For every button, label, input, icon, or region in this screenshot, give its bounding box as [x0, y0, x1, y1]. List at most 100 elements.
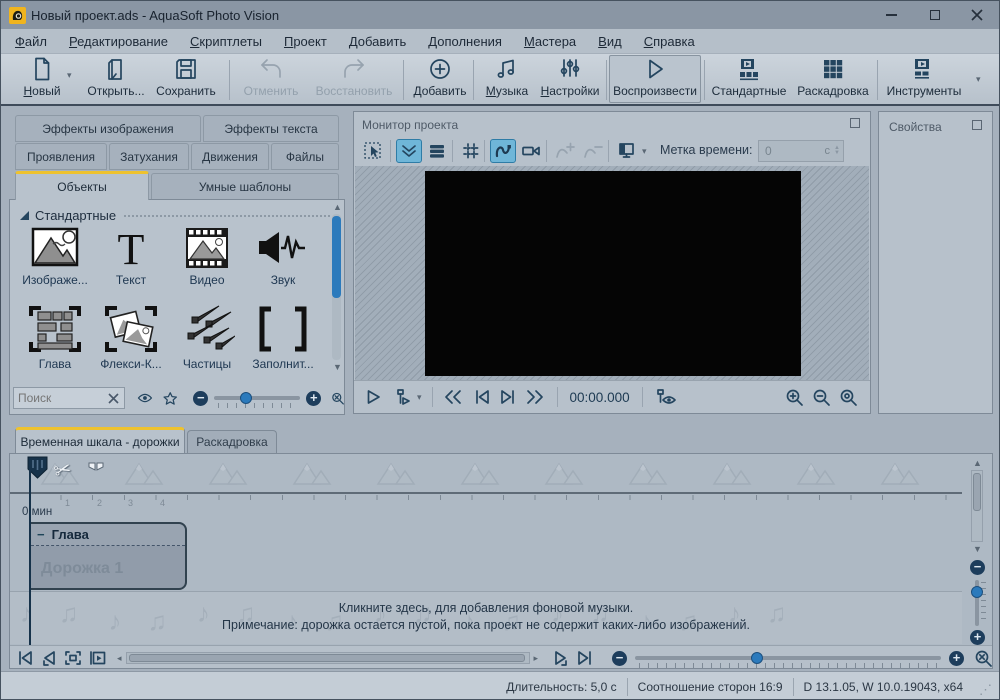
- monitor-popout-icon[interactable]: [850, 118, 860, 128]
- previous-object-icon[interactable]: [40, 650, 58, 666]
- grid-button[interactable]: [458, 139, 484, 163]
- tab-smart-templates[interactable]: Умные шаблоны: [151, 173, 339, 200]
- preview-canvas[interactable]: [425, 171, 801, 376]
- horizontal-scrollbar[interactable]: [126, 652, 530, 664]
- play-from-marker-icon[interactable]: [394, 388, 412, 406]
- layers-button[interactable]: [424, 139, 450, 163]
- menu-help[interactable]: Справка: [644, 34, 695, 49]
- resize-grip[interactable]: ⋰: [979, 682, 993, 698]
- select-tool-button[interactable]: [360, 139, 386, 163]
- object-tile-particles[interactable]: Частицы: [170, 304, 244, 371]
- chapter-collapse-icon[interactable]: −: [37, 527, 45, 542]
- object-tile-text[interactable]: T Текст: [94, 226, 168, 287]
- vscroll-down-icon[interactable]: ▼: [973, 544, 982, 554]
- objects-scrollbar[interactable]: ▲ ▼: [331, 204, 342, 384]
- object-tile-flexi-collage[interactable]: Флекси-К...: [94, 304, 168, 371]
- tab-image-effects[interactable]: Эффекты изображения: [15, 115, 201, 142]
- display-options-dropdown-icon[interactable]: ▾: [642, 146, 647, 157]
- fast-forward-icon[interactable]: [525, 389, 545, 405]
- standard-view-button[interactable]: Стандартные: [709, 56, 789, 102]
- rewind-icon[interactable]: [443, 389, 463, 405]
- motion-path-button[interactable]: [490, 139, 516, 163]
- timeline-zoom-slider[interactable]: [635, 656, 941, 660]
- previous-frame-icon[interactable]: [473, 389, 491, 405]
- next-object-icon[interactable]: [552, 650, 570, 666]
- tab-text-effects[interactable]: Эффекты текста: [203, 115, 339, 142]
- music-button[interactable]: Музыка: [479, 56, 535, 102]
- clear-search-icon[interactable]: [107, 392, 120, 405]
- object-tile-chapter[interactable]: Глава: [18, 304, 92, 371]
- fit-view-icon[interactable]: [64, 650, 82, 666]
- zoom-plus-icon[interactable]: +: [306, 391, 321, 406]
- track-height-plus-icon[interactable]: +: [970, 630, 985, 645]
- go-to-start-icon[interactable]: [16, 650, 34, 666]
- time-spinner[interactable]: ▲▼: [834, 146, 840, 156]
- timeline-zoom-plus-icon[interactable]: +: [949, 651, 964, 666]
- search-input[interactable]: [18, 389, 146, 407]
- music-track-row[interactable]: ♪♫ ♪♫♪♫♪♫♪♫♪♫♪♫♪♫♪♫ Кликните здесь, для …: [10, 592, 962, 644]
- play-options-dropdown-icon[interactable]: ▾: [417, 392, 422, 403]
- chapter-header[interactable]: − Глава: [31, 524, 185, 546]
- hscroll-thumb[interactable]: [129, 654, 525, 662]
- add-keyframe-button[interactable]: [552, 139, 578, 163]
- vscroll-thumb[interactable]: [973, 473, 981, 511]
- camera-pan-button[interactable]: [518, 139, 544, 163]
- remove-keyframe-button[interactable]: [580, 139, 606, 163]
- tab-timeline-tracks[interactable]: Временная шкала - дорожки: [15, 427, 185, 453]
- monitor-zoom-out-icon[interactable]: [812, 388, 831, 407]
- zoom-minus-icon[interactable]: −: [193, 391, 208, 406]
- menu-view[interactable]: Вид: [598, 34, 622, 49]
- zoom-reset-icon[interactable]: [331, 389, 345, 408]
- scroll-up-icon[interactable]: ▲: [333, 202, 342, 212]
- hscroll-right-icon[interactable]: ▸: [534, 653, 539, 664]
- monitor-zoom-in-icon[interactable]: [785, 388, 804, 407]
- menu-wizards[interactable]: Мастера: [524, 34, 576, 49]
- play-button[interactable]: Воспроизвести: [611, 56, 699, 102]
- tab-objects[interactable]: Объекты: [15, 171, 149, 200]
- new-button[interactable]: Новый: [13, 56, 71, 102]
- tab-motions[interactable]: Движения: [191, 143, 269, 170]
- scroll-down-icon[interactable]: ▼: [333, 362, 342, 372]
- tools-button[interactable]: Инструменты: [883, 56, 965, 102]
- object-tile-image[interactable]: Изображе...: [18, 226, 92, 287]
- next-frame-icon[interactable]: [499, 389, 517, 405]
- properties-popout-icon[interactable]: [972, 120, 982, 130]
- go-to-end-icon[interactable]: [576, 650, 594, 666]
- open-button[interactable]: Открыть...: [81, 56, 151, 102]
- object-tile-sound[interactable]: Звук: [246, 226, 320, 287]
- time-mark-input[interactable]: 0 с ▲▼: [758, 140, 844, 162]
- timeline-zoom-reset-icon[interactable]: [974, 649, 993, 668]
- toolbar-overflow-icon[interactable]: ▾: [976, 74, 981, 85]
- vscroll-up-icon[interactable]: ▲: [973, 458, 982, 468]
- track-height-thumb[interactable]: [971, 586, 983, 598]
- track-height-minus-icon[interactable]: −: [970, 560, 985, 575]
- track-height-slider[interactable]: [975, 580, 979, 626]
- marker-visibility-icon[interactable]: [655, 388, 677, 406]
- tab-storyboard[interactable]: Раскадровка: [187, 430, 277, 453]
- title-bar[interactable]: Новый проект.ads - AquaSoft Photo Vision: [1, 1, 999, 29]
- close-button[interactable]: [955, 1, 999, 29]
- playhead-line[interactable]: [29, 458, 31, 646]
- menu-edit[interactable]: Редактирование: [69, 34, 168, 49]
- new-dropdown-icon[interactable]: ▾: [67, 70, 72, 81]
- undo-button[interactable]: Отменить: [237, 56, 305, 102]
- tab-files[interactable]: Файлы: [271, 143, 339, 170]
- tab-fade-out[interactable]: Затухания: [109, 143, 189, 170]
- menu-project[interactable]: Проект: [284, 34, 327, 49]
- menu-add[interactable]: Добавить: [349, 34, 406, 49]
- monitor-zoom-fit-icon[interactable]: [839, 388, 858, 407]
- split-marker-icon[interactable]: [88, 462, 104, 478]
- settings-button[interactable]: Настройки: [537, 56, 603, 102]
- add-button[interactable]: Добавить: [409, 56, 471, 102]
- thumbnail-zoom-slider[interactable]: − +: [193, 391, 321, 406]
- menu-file[interactable]: Файл: [15, 34, 47, 49]
- autoscroll-icon[interactable]: [88, 650, 107, 666]
- transport-play-icon[interactable]: [364, 388, 382, 406]
- smart-position-button[interactable]: [396, 139, 422, 163]
- tab-fade-in[interactable]: Проявления: [15, 143, 107, 170]
- scrollbar-thumb[interactable]: [332, 216, 341, 298]
- object-tile-video[interactable]: Видео: [170, 226, 244, 287]
- redo-button[interactable]: Восстановить: [309, 56, 399, 102]
- menu-scriptlets[interactable]: Скриптлеты: [190, 34, 262, 49]
- section-header-standard[interactable]: Стандартные: [20, 208, 330, 223]
